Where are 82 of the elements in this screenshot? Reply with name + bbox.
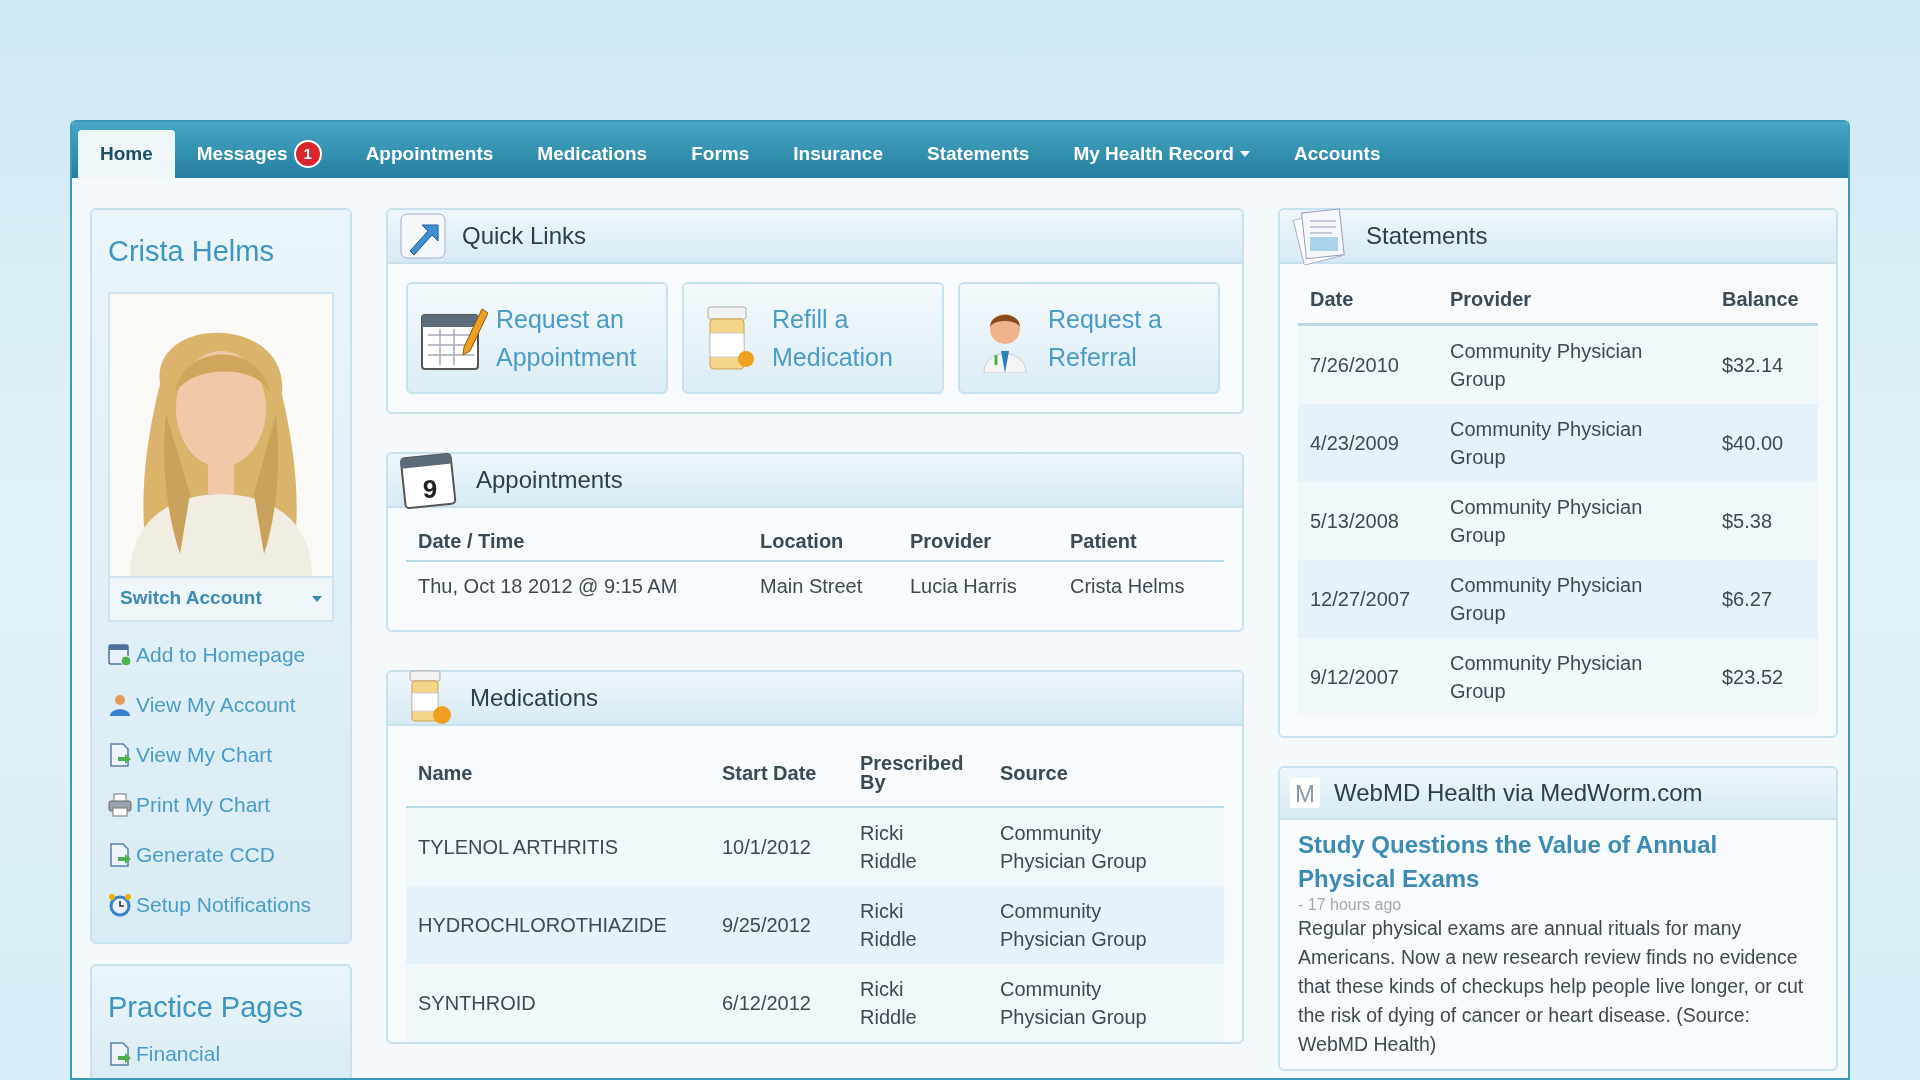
nav-tab[interactable]: Appointments <box>343 130 516 178</box>
table-cell-text: Ricki Riddle <box>860 821 918 874</box>
table-cell-text: Thu, Oct 18 2012 @ 9:15 AM <box>418 574 679 599</box>
card-title: Appointments <box>476 465 623 495</box>
caret-icon <box>312 595 322 602</box>
homepage-icon <box>108 642 132 667</box>
quick-link-button[interactable]: Request a Referral <box>958 282 1220 394</box>
table-cell-text: 7/26/2010 <box>1310 353 1400 378</box>
column-header: Start Date <box>722 763 818 783</box>
table-cell-text: $6.27 <box>1722 587 1774 612</box>
nav-tab[interactable]: Messages 1 <box>174 130 344 178</box>
card-title: Quick Links <box>462 221 587 251</box>
nav-tab[interactable]: Insurance <box>771 130 905 178</box>
column-header: Patient <box>1070 529 1138 554</box>
table-cell-text: 6/12/2012 <box>722 991 812 1016</box>
table-cell-text: Crista Helms <box>1070 574 1186 599</box>
table-cell-text: Community Physician Group <box>1450 417 1644 470</box>
column-header: Provider <box>1450 286 1533 312</box>
switch-account-button[interactable]: Switch Account <box>110 575 332 620</box>
table-cell-text: $5.38 <box>1722 509 1774 534</box>
quick-link-button[interactable]: Request an Appointment <box>406 282 668 394</box>
document-icon <box>108 842 132 867</box>
column-header: Date / Time <box>418 529 526 554</box>
card-title: Statements <box>1366 221 1488 251</box>
sidebar-link[interactable]: Setup Notifications <box>108 889 334 920</box>
table-cell-text: Community Physician Group <box>1450 651 1644 704</box>
table-cell-text: Community Physician Group <box>1000 977 1148 1030</box>
sidebar-link[interactable]: Print My Chart <box>108 789 334 820</box>
profile-name: Crista Helms <box>108 234 275 269</box>
table-cell-text: Lucia Harris <box>910 574 1018 599</box>
table-cell-text: Main Street <box>760 574 864 599</box>
nav-tab[interactable]: Forms <box>669 130 772 178</box>
sidebar-link[interactable]: View My Account <box>108 689 334 720</box>
nav-tab[interactable]: Home <box>78 130 175 178</box>
table-cell-text: 12/27/2007 <box>1310 587 1412 612</box>
sidebar-link[interactable]: Financial <box>108 1041 334 1067</box>
article-link[interactable]: Study Questions the Value of Annual Physical Exams <box>1298 828 1818 896</box>
column-header: Provider <box>910 529 993 554</box>
card-title: Medications <box>470 683 599 713</box>
document-icon <box>108 742 132 767</box>
card-title: WebMD Health via MedWorm.com <box>1334 778 1703 808</box>
alarm-clock-icon <box>108 892 132 917</box>
table-cell-text: SYNTHROID <box>418 991 537 1016</box>
column-header: Name <box>418 763 474 783</box>
table-cell-text: Community Physician Group <box>1000 821 1148 874</box>
nav-tab[interactable]: Accounts <box>1271 130 1403 178</box>
medworm-logo-icon: M <box>1290 778 1320 808</box>
table-cell-text: Community Physician Group <box>1450 495 1644 548</box>
nav-tab[interactable]: My Health Record <box>1051 130 1272 178</box>
article-summary: Regular physical exams are annual rituals for many Americans. Now a new research review finds no evidence that these kinds of checkups help people live longer, or cut the risk of dying of cancer or heart disease. (Source: WebMD Health) <box>1298 916 1805 1057</box>
table-cell-text: HYDROCHLOROTHIAZIDE <box>418 913 668 938</box>
section-title: Practice Pages <box>108 989 305 1025</box>
sidebar-link[interactable]: Add to Homepage <box>108 639 334 670</box>
table-cell-text: 10/1/2012 <box>722 835 812 860</box>
document-icon <box>108 1042 132 1066</box>
table-cell-text: 4/23/2009 <box>1310 431 1400 456</box>
table-cell-text: 5/13/2008 <box>1310 509 1400 534</box>
column-header: Date <box>1310 286 1355 312</box>
table-cell-text: Ricki Riddle <box>860 899 918 952</box>
printer-icon <box>108 792 132 817</box>
table-cell-text: Community Physician Group <box>1450 339 1644 392</box>
column-header: Balance <box>1722 286 1800 312</box>
article-age: - 17 hours ago <box>1298 896 1403 914</box>
table-cell-text: Ricki Riddle <box>860 977 918 1030</box>
column-header: Location <box>760 529 845 554</box>
table-cell-text: 9/12/2007 <box>1310 665 1400 690</box>
nav-tab[interactable]: Statements <box>905 130 1052 178</box>
notification-badge: 1 <box>293 140 322 168</box>
table-cell-text: Community Physician Group <box>1000 899 1148 952</box>
sidebar-link[interactable]: View My Chart <box>108 739 334 770</box>
table-cell-text: TYLENOL ARTHRITIS <box>418 835 620 860</box>
person-icon <box>108 692 132 717</box>
column-header: Source <box>1000 763 1069 783</box>
table-cell-text: $40.00 <box>1722 431 1785 456</box>
table-cell-text: Community Physician Group <box>1450 573 1644 626</box>
nav-tab[interactable]: Medications <box>515 130 670 178</box>
table-cell-text: $32.14 <box>1722 353 1785 378</box>
column-header: Prescribed By <box>860 754 965 792</box>
table-cell-text: 9/25/2012 <box>722 913 812 938</box>
sidebar-link[interactable]: Generate CCD <box>108 839 334 870</box>
quick-link-button[interactable]: Refill a Medication <box>682 282 944 394</box>
table-cell-text: $23.52 <box>1722 665 1785 690</box>
